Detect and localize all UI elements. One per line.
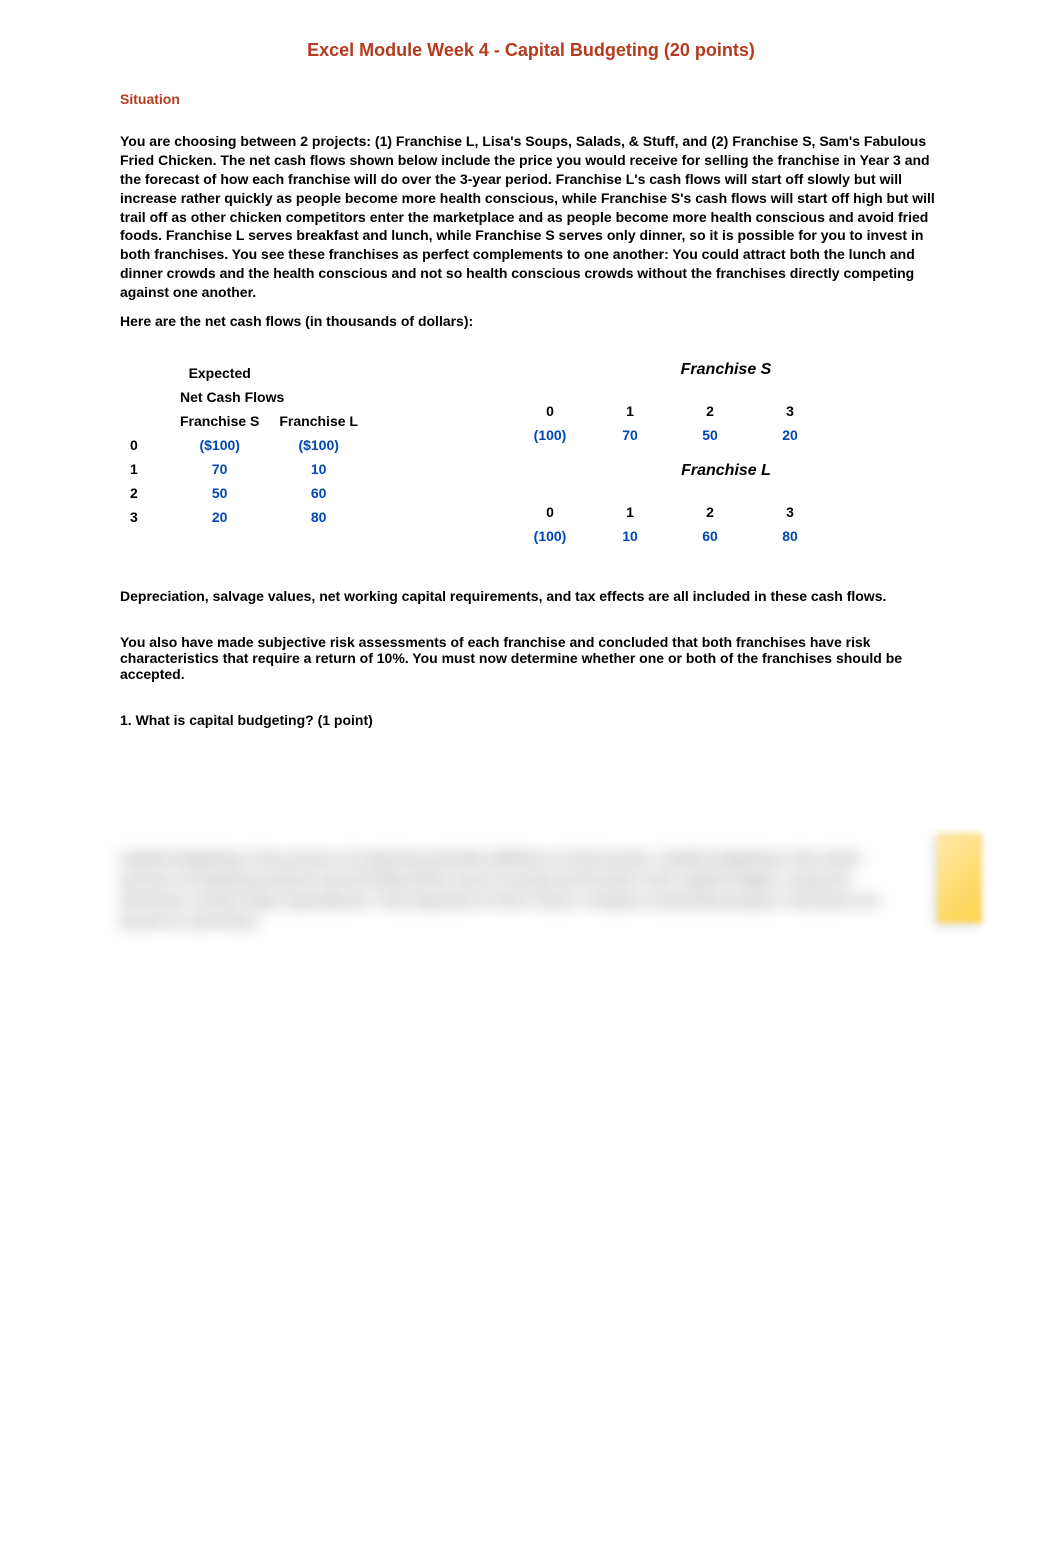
expected-cash-flows-table: Expected Net Cash Flows Franchise SFranc… xyxy=(120,361,480,563)
blurred-text: Capital budgeting is the process of anal… xyxy=(120,848,942,932)
table-row: 0 1 2 3 xyxy=(510,500,830,524)
situation-heading: Situation xyxy=(120,91,942,107)
table-row: (100) 70 50 20 xyxy=(510,423,830,447)
franchise-l-timeline: Franchise L 0 1 2 3 (100) 10 60 80 xyxy=(510,462,942,548)
franchise-s-title: Franchise S xyxy=(510,361,942,379)
table-row: 32080 xyxy=(120,505,368,529)
table-row: 17010 xyxy=(120,457,368,481)
note-depreciation: Depreciation, salvage values, net workin… xyxy=(120,588,942,604)
sticky-note-icon xyxy=(937,833,982,923)
intro-paragraph-2: Here are the net cash flows (in thousand… xyxy=(120,312,942,331)
table-row: 25060 xyxy=(120,481,368,505)
question-1: 1. What is capital budgeting? (1 point) xyxy=(120,712,942,728)
table-row: 0 1 2 3 xyxy=(510,399,830,423)
col-franchise-l: Franchise L xyxy=(269,409,368,433)
table-row: (100) 10 60 80 xyxy=(510,524,830,548)
fade-overlay xyxy=(0,928,1062,1048)
expected-header: Expected xyxy=(170,361,269,385)
col-franchise-s: Franchise S xyxy=(170,409,269,433)
franchise-l-title: Franchise L xyxy=(510,462,942,480)
intro-paragraph: You are choosing between 2 projects: (1)… xyxy=(120,132,942,302)
net-cash-flows-header: Net Cash Flows xyxy=(170,385,368,409)
blurred-answer-region: Capital budgeting is the process of anal… xyxy=(120,848,942,1008)
franchise-s-timeline: Franchise S 0 1 2 3 (100) 70 50 20 xyxy=(510,361,942,447)
page-title: Excel Module Week 4 - Capital Budgeting … xyxy=(120,40,942,61)
note-risk: You also have made subjective risk asses… xyxy=(120,634,942,682)
table-row: 0($100)($100) xyxy=(120,433,368,457)
